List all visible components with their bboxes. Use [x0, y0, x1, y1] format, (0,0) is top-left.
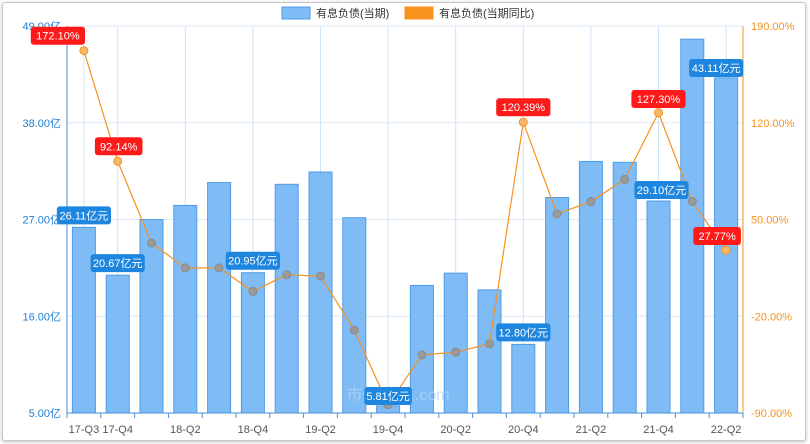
yoy-point: [620, 174, 630, 184]
x-tick-label: 21-Q4: [643, 424, 674, 436]
yoy-point: [349, 325, 359, 335]
bar-value-label-text: 20.95亿元: [228, 255, 278, 268]
legend-item-debt[interactable]: 有息负债(当期): [281, 6, 389, 20]
yoy-value-label-text: 127.30%: [637, 94, 681, 106]
legend-item-yoy[interactable]: 有息负债(当期同比): [404, 6, 534, 20]
bar-value-label-text: 12.80亿元: [499, 326, 549, 339]
yoy-value-label-text: 92.14%: [100, 141, 138, 153]
yoy-point: [113, 156, 123, 166]
x-tick-label: 17-Q3: [69, 424, 100, 436]
bar-value-label: 5.81亿元: [364, 387, 412, 405]
yoy-value-label: 127.30%: [631, 90, 686, 108]
yoy-value-label: 120.39%: [496, 98, 551, 117]
yoy-point: [687, 197, 697, 207]
x-tick-label: 18-Q4: [238, 424, 269, 436]
x-tick-label: 17-Q4: [102, 424, 133, 436]
y-right-tick-label: -90.00%: [751, 408, 792, 420]
bar-value-label-text: 43.11亿元: [692, 62, 741, 75]
bar: [714, 77, 739, 414]
yoy-point: [214, 263, 224, 273]
yoy-point: [79, 46, 89, 56]
bar: [545, 197, 570, 414]
x-tick-label: 19-Q2: [305, 424, 336, 436]
bar: [105, 274, 130, 414]
bar-value-label: 29.10亿元: [634, 181, 689, 199]
yoy-point: [451, 347, 461, 357]
y-right-tick-label: 190.00%: [751, 21, 795, 33]
x-tick-label: 20-Q2: [440, 424, 471, 436]
yoy-point: [248, 286, 258, 296]
yoy-value-label: 172.10%: [30, 26, 85, 45]
yoy-point: [654, 108, 663, 118]
yoy-value-label-text: 120.39%: [502, 102, 546, 114]
bar: [207, 182, 232, 414]
bar: [173, 204, 198, 414]
bar-value-label: 26.11亿元: [56, 206, 111, 225]
bar-value-label-text: 20.67亿元: [93, 257, 143, 270]
y-left-tick-label: 5.00亿: [29, 407, 61, 420]
legend-label: 有息负债(当期): [316, 6, 389, 20]
bar-value-label: 43.11亿元: [689, 59, 744, 77]
legend-swatch: [281, 6, 311, 20]
yoy-point: [586, 197, 596, 207]
yoy-point: [721, 245, 731, 255]
bar-value-label: 12.80亿元: [496, 323, 551, 342]
yoy-point: [518, 117, 528, 127]
y-right-tick-label: 50.00%: [751, 215, 789, 227]
x-tick-label: 20-Q4: [508, 424, 539, 436]
yoy-point: [180, 263, 190, 273]
bar: [477, 289, 502, 414]
y-left-tick-label: 27.00亿: [22, 214, 61, 227]
chart-canvas: 市值风云 .com 5.00亿16.00亿27.00亿38.00亿49.00亿-…: [22, 6, 795, 436]
bar-value-label-text: 5.81亿元: [366, 390, 409, 403]
yoy-point: [316, 271, 325, 281]
y-right-tick-label: 120.00%: [751, 118, 795, 130]
legend-swatch: [404, 6, 434, 20]
yoy-point: [282, 270, 292, 280]
x-tick-label: 18-Q2: [170, 424, 201, 436]
yoy-value-label-text: 172.10%: [36, 31, 80, 43]
y-left-tick-label: 16.00亿: [22, 310, 61, 323]
yoy-point: [552, 209, 562, 219]
yoy-value-label-text: 27.77%: [698, 231, 736, 243]
yoy-point: [485, 339, 494, 349]
bar-value-label: 20.95亿元: [225, 251, 280, 270]
yoy-point: [147, 238, 156, 248]
bar-value-label: 20.67亿元: [90, 254, 145, 273]
bar-value-label-text: 29.10亿元: [637, 184, 687, 197]
bar: [646, 200, 671, 414]
bar: [511, 343, 536, 414]
bar: [274, 183, 299, 414]
yoy-value-label: 92.14%: [94, 137, 143, 156]
x-tick-label: 22-Q2: [711, 424, 742, 436]
legend-label: 有息负债(当期同比): [439, 6, 534, 20]
bar: [612, 161, 637, 414]
yoy-value-label: 27.77%: [693, 227, 741, 245]
bar: [308, 171, 333, 414]
y-left-tick-label: 38.00亿: [22, 117, 61, 130]
bar-value-label-text: 26.11亿元: [60, 209, 109, 222]
x-tick-label: 19-Q4: [373, 424, 404, 436]
yoy-point: [417, 350, 427, 360]
y-right-tick-label: -20.00%: [751, 311, 792, 323]
x-tick-label: 21-Q2: [576, 424, 607, 436]
legend[interactable]: 有息负债(当期) 有息负债(当期同比): [281, 6, 534, 20]
bar: [342, 217, 367, 414]
grid-layer: [67, 25, 743, 413]
